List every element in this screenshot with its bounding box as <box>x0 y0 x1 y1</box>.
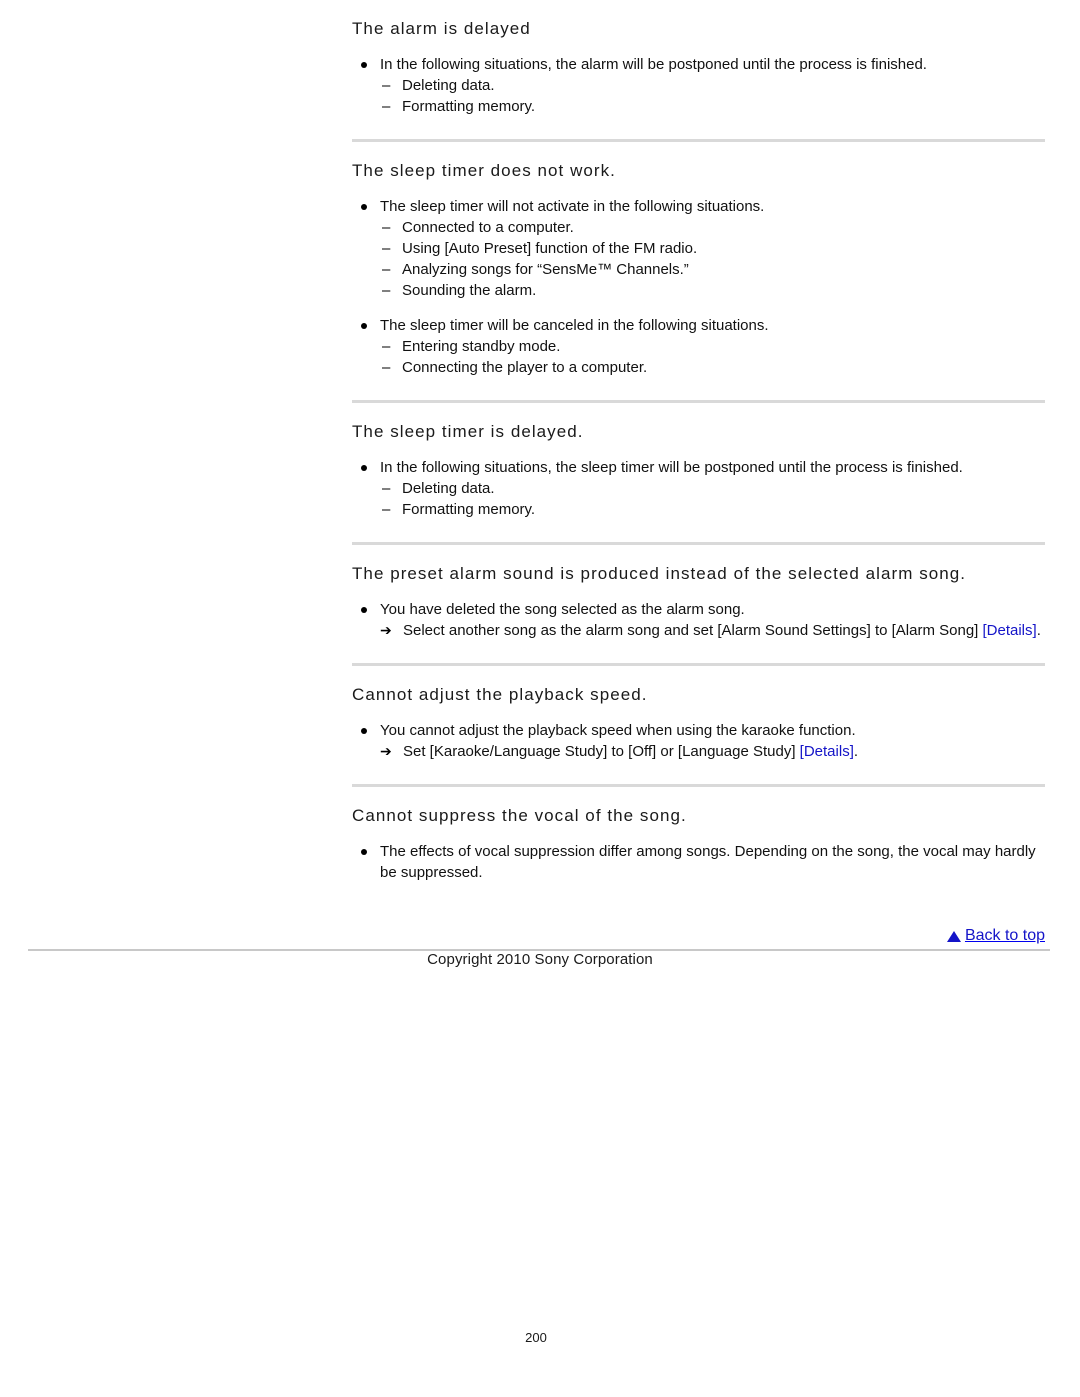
bullet-text: In the following situations, the alarm w… <box>380 56 927 73</box>
section-heading: Cannot suppress the vocal of the song. <box>352 806 687 825</box>
list-item: Connecting the player to a computer. <box>380 357 1045 378</box>
list-item: In the following situations, the alarm w… <box>352 54 1045 117</box>
list-item-action: Select another song as the alarm song an… <box>380 620 1045 641</box>
section-sleep-timer-delayed: The sleep timer is delayed. In the follo… <box>352 400 1045 520</box>
bullet-list: In the following situations, the alarm w… <box>352 54 1045 117</box>
document-page: The alarm is delayed In the following si… <box>0 0 1080 1397</box>
bullet-list: In the following situations, the sleep t… <box>352 457 1045 520</box>
section-heading: The alarm is delayed <box>352 19 531 38</box>
action-text-end: . <box>1036 622 1041 639</box>
section-preset-alarm-sound: The preset alarm sound is produced inste… <box>352 542 1045 641</box>
action-text-end: . <box>853 743 859 760</box>
action-text: Select another song as the alarm song an… <box>403 622 983 639</box>
action-text: Set [Karaoke/Language Study] to [Off] or… <box>403 743 800 760</box>
page-number: 200 <box>525 1330 547 1345</box>
list-item: Connected to a computer. <box>380 217 1045 238</box>
list-item: Using [Auto Preset] function of the FM r… <box>380 238 1045 259</box>
sub-list: Connected to a computer. Using [Auto Pre… <box>380 217 1045 301</box>
section-alarm-delayed: The alarm is delayed In the following si… <box>352 0 1045 117</box>
section-sleep-timer-not-work: The sleep timer does not work. The sleep… <box>352 139 1045 378</box>
list-item: You cannot adjust the playback speed whe… <box>352 720 1045 762</box>
bullet-list: You cannot adjust the playback speed whe… <box>352 720 1045 762</box>
sub-list: Deleting data. Formatting memory. <box>380 75 1045 117</box>
bullet-list: The effects of vocal suppression differ … <box>352 841 1045 883</box>
list-item: Formatting memory. <box>380 499 1045 520</box>
bullet-text: You have deleted the song selected as th… <box>380 601 745 618</box>
copyright-text: Copyright 2010 Sony Corporation <box>427 951 653 968</box>
list-item: The sleep timer will not activate in the… <box>352 196 1045 301</box>
list-item: Analyzing songs for “SensMe™ Channels.” <box>380 259 1045 280</box>
list-item: The sleep timer will be canceled in the … <box>352 315 1045 378</box>
list-item: Entering standby mode. <box>380 336 1045 357</box>
content-column: The alarm is delayed In the following si… <box>352 0 1045 883</box>
list-item: Sounding the alarm. <box>380 280 1045 301</box>
section-heading: Cannot adjust the playback speed. <box>352 685 648 704</box>
section-heading: The preset alarm sound is produced inste… <box>352 564 967 583</box>
list-item-action: Set [Karaoke/Language Study] to [Off] or… <box>380 741 1045 762</box>
sub-list: Select another song as the alarm song an… <box>380 620 1045 641</box>
bullet-list: You have deleted the song selected as th… <box>352 599 1045 641</box>
section-heading: The sleep timer does not work. <box>352 161 616 180</box>
sub-list: Entering standby mode. Connecting the pl… <box>380 336 1045 378</box>
bullet-list: The sleep timer will not activate in the… <box>352 196 1045 378</box>
details-link[interactable]: [Details] <box>983 622 1037 639</box>
sub-list: Set [Karaoke/Language Study] to [Off] or… <box>380 741 1045 762</box>
list-item: You have deleted the song selected as th… <box>352 599 1045 641</box>
list-item: Formatting memory. <box>380 96 1045 117</box>
back-to-top-label: Back to top <box>964 927 1045 944</box>
list-item: In the following situations, the sleep t… <box>352 457 1045 520</box>
section-heading: The sleep timer is delayed. <box>352 422 584 441</box>
list-item: Deleting data. <box>380 478 1045 499</box>
section-cannot-suppress-vocal: Cannot suppress the vocal of the song. T… <box>352 784 1045 883</box>
triangle-up-icon <box>946 930 961 942</box>
sub-list: Deleting data. Formatting memory. <box>380 478 1045 520</box>
list-item: Deleting data. <box>380 75 1045 96</box>
list-item: The effects of vocal suppression differ … <box>352 841 1045 883</box>
bullet-text: The effects of vocal suppression differ … <box>380 843 1036 881</box>
bullet-text: You cannot adjust the playback speed whe… <box>380 722 856 739</box>
bullet-text: The sleep timer will be canceled in the … <box>380 317 769 334</box>
details-link[interactable]: [Details] <box>800 743 854 760</box>
bullet-text: In the following situations, the sleep t… <box>380 459 963 476</box>
back-to-top-link[interactable]: Back to top <box>946 927 1045 945</box>
section-cannot-adjust-playback-speed: Cannot adjust the playback speed. You ca… <box>352 663 1045 762</box>
bullet-text: The sleep timer will not activate in the… <box>380 198 765 215</box>
